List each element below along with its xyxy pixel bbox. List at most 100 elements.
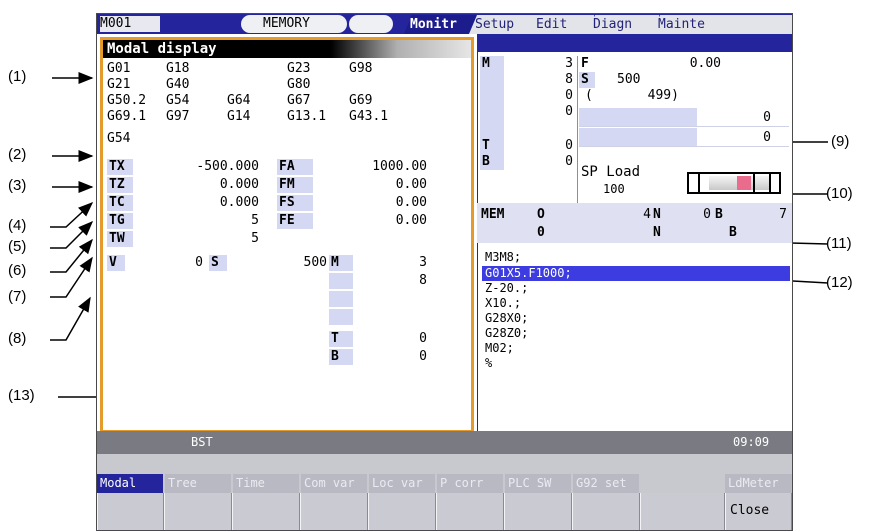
label-fe: FE — [277, 213, 313, 229]
top-bar: M001 MEMORY Monitr Setup Edit Diagn Main… — [97, 14, 792, 34]
right-r2-block — [579, 128, 697, 146]
right-m-value-2: 8 — [565, 72, 573, 87]
label-tz: TZ — [107, 177, 133, 193]
right-row-sep-1 — [579, 126, 789, 127]
m-slot-2 — [329, 273, 353, 289]
tab-monitr[interactable]: Monitr — [404, 15, 480, 34]
gcode-r2-c0: G50.2 — [107, 93, 147, 108]
right-b-value: 0 — [565, 154, 573, 169]
softkey-5[interactable] — [368, 493, 436, 530]
n-label: N — [653, 207, 661, 222]
softkey-6[interactable] — [436, 493, 504, 530]
gcode-r3-c4: G43.1 — [349, 109, 389, 124]
row2-o-value: 0 — [537, 225, 545, 240]
value-m-1: 3 — [419, 255, 427, 270]
right-inner-divider — [577, 56, 578, 206]
menu-plc-sw[interactable]: PLC SW — [505, 474, 571, 493]
menu-empty — [641, 474, 707, 493]
softkey-3[interactable] — [232, 493, 300, 530]
callout-7: (7) — [8, 288, 27, 305]
o-label: O — [537, 207, 545, 222]
callout-13: (13) — [8, 387, 35, 404]
status-time: 09:09 — [733, 435, 770, 449]
softkey-4[interactable] — [300, 493, 368, 530]
m-slot-3 — [329, 291, 353, 307]
label-tc: TC — [107, 195, 133, 211]
value-fm: 0.00 — [395, 177, 427, 192]
right-b-label: B — [482, 154, 490, 169]
label-fa: FA — [277, 159, 313, 175]
label-m: M — [329, 255, 353, 271]
o-value: 4 — [643, 207, 651, 222]
gcode-r3-c3: G13.1 — [287, 109, 327, 124]
value-fa: 1000.00 — [372, 159, 427, 174]
gcode-r1-c0: G21 — [107, 77, 131, 92]
sp-load-value: 100 — [603, 182, 625, 196]
tab-diagn[interactable]: Diagn — [587, 15, 659, 34]
sp-load-tick-1 — [698, 174, 700, 192]
mode-label: MEMORY — [263, 16, 310, 31]
sp-load-meter — [687, 172, 781, 194]
menu-g92-set[interactable]: G92 set — [573, 474, 639, 493]
callout-5: (5) — [8, 238, 27, 255]
label-tg: TG — [107, 213, 133, 229]
menu-bar: Modal Tree Time Com var Loc var P corr P… — [97, 454, 792, 530]
modal-display-panel: Modal display G01 G18 G23 G98 G21 G40 G8… — [100, 37, 474, 433]
menu-tree[interactable]: Tree — [165, 474, 231, 493]
right-s-actual: ( 499) — [585, 88, 679, 103]
callout-arrow-8 — [50, 296, 91, 341]
softkey-8[interactable] — [572, 493, 640, 530]
right-m-value-1: 3 — [565, 56, 573, 71]
gcode-r3-c0: G69.1 — [107, 109, 147, 124]
tab-setup[interactable]: Setup — [469, 15, 538, 34]
gcode-r0-c4: G98 — [349, 61, 373, 76]
mode-indicator: MEMORY — [241, 15, 347, 33]
tab-mainte[interactable]: Mainte — [652, 15, 792, 34]
label-fm: FM — [277, 177, 313, 193]
gcode-r1-c1: G40 — [166, 77, 190, 92]
value-tc: 0.000 — [219, 195, 259, 210]
value-fs: 0.00 — [395, 195, 427, 210]
right-header-bar — [477, 34, 792, 52]
program-line-8: % — [485, 356, 493, 370]
program-line-3: Z-20.; — [485, 281, 529, 295]
status-left: BST — [191, 435, 213, 449]
menu-modal[interactable]: Modal — [97, 474, 163, 493]
menu-ldmeter[interactable]: LdMeter — [725, 474, 792, 493]
right-t-label: T — [482, 138, 490, 153]
softkey-7[interactable] — [504, 493, 572, 530]
softkey-9[interactable] — [640, 493, 725, 530]
menu-loc-var[interactable]: Loc var — [369, 474, 435, 493]
callout-arrow-7 — [50, 256, 93, 298]
row2-b-label: B — [729, 225, 737, 240]
softkey-2[interactable] — [164, 493, 232, 530]
program-line-7: M02; — [485, 341, 514, 355]
callout-2: (2) — [8, 146, 27, 163]
callout-9: (9) — [831, 133, 850, 150]
label-fs: FS — [277, 195, 313, 211]
close-button[interactable]: Close — [725, 493, 792, 530]
tab-edit[interactable]: Edit — [530, 15, 594, 34]
value-tz: 0.000 — [219, 177, 259, 192]
menu-time[interactable]: Time — [233, 474, 299, 493]
screen-id: M001 — [100, 16, 160, 32]
gcode-r0-c3: G23 — [287, 61, 311, 76]
program-line-5: G28X0; — [485, 311, 529, 325]
sp-load-tick-2 — [753, 174, 755, 192]
right-r2-value: 0 — [763, 130, 771, 145]
menu-p-corr[interactable]: P corr — [437, 474, 503, 493]
callout-11: (11) — [826, 235, 852, 252]
value-m-2: 8 — [419, 273, 427, 288]
gcode-r2-c3: G67 — [287, 93, 311, 108]
value-t: 0 — [419, 331, 427, 346]
right-m-value-3: 0 — [565, 88, 573, 103]
right-t-value: 0 — [565, 138, 573, 153]
callout-3: (3) — [8, 177, 27, 194]
right-m-value-4: 0 — [565, 104, 573, 119]
value-v: 0 — [195, 255, 203, 270]
program-line-1: M3M8; — [485, 250, 522, 264]
softkey-1[interactable] — [97, 493, 164, 530]
right-m-label: M — [482, 56, 490, 71]
menu-com-var[interactable]: Com var — [301, 474, 367, 493]
label-b: B — [329, 349, 353, 365]
